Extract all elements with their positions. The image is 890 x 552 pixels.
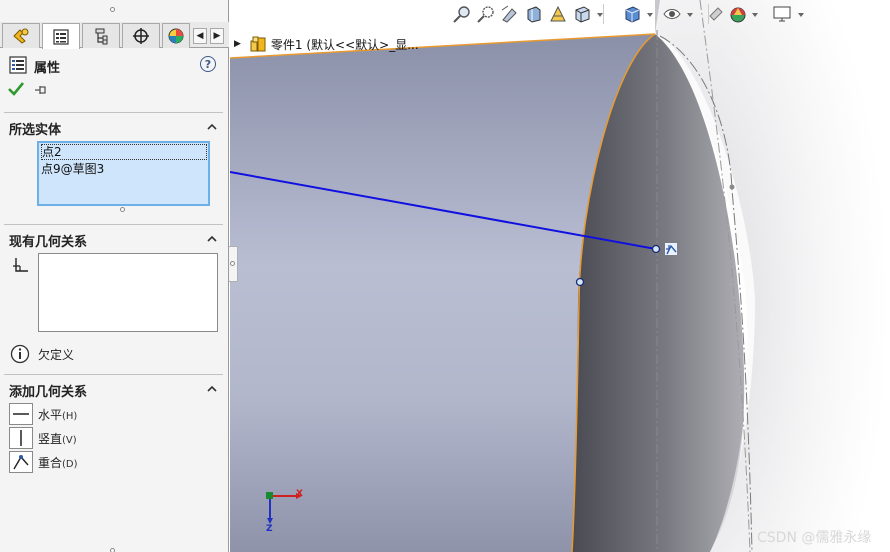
chevron-down-icon[interactable] <box>752 13 758 17</box>
relations-icon <box>13 258 28 272</box>
tab-scroll-left-button[interactable]: ◀ <box>193 28 207 44</box>
add-relation-horizontal[interactable]: 水平(H) <box>9 403 77 425</box>
chevron-down-icon[interactable] <box>798 13 804 17</box>
configuration-manager-tab[interactable] <box>82 23 120 48</box>
triad-z-label: Z <box>266 524 273 534</box>
hide-show-items-icon[interactable] <box>662 4 682 24</box>
graphics-viewport[interactable]: X Z ▶ 零件1 (默认<<默认>_显... CSDN @儒雅永缘 <box>230 0 890 552</box>
horizontal-relation-button[interactable] <box>9 403 33 425</box>
triad-x-label: X <box>296 489 303 499</box>
tab-scroll-right-button[interactable]: ▶ <box>210 28 224 44</box>
arc-midpoint <box>729 184 735 190</box>
feature-manager-icon <box>13 28 29 44</box>
info-icon <box>10 344 30 364</box>
pushpin-icon[interactable] <box>34 84 48 96</box>
dynamic-annotation-icon[interactable] <box>548 4 568 24</box>
dimxpert-manager-tab[interactable] <box>122 23 160 48</box>
relation-glyph-icon[interactable] <box>665 243 677 255</box>
add-relation-label: 水平 <box>38 407 63 422</box>
panel-splitter-handle[interactable] <box>229 246 238 282</box>
display-style-icon[interactable] <box>622 4 642 24</box>
3d-model-view[interactable] <box>230 0 890 552</box>
sketch-point-9[interactable] <box>651 244 661 254</box>
help-icon[interactable]: ? <box>200 56 216 72</box>
feature-manager-tab[interactable] <box>2 23 40 48</box>
existing-relations-list[interactable] <box>38 253 218 332</box>
feature-tree-part-label[interactable]: 零件1 (默认<<默认>_显... <box>271 36 419 53</box>
part-icon <box>250 36 266 52</box>
vertical-relation-icon <box>20 430 22 446</box>
divider <box>4 112 223 113</box>
shortcut-key: (V) <box>62 434 77 446</box>
list-item[interactable]: 点2 <box>41 144 207 160</box>
add-relation-coincident[interactable]: 重合(D) <box>9 451 78 473</box>
property-manager-header: 属性 ? <box>0 52 229 112</box>
chevron-down-icon[interactable] <box>597 13 603 17</box>
manager-tabbar: ◀ ▶ <box>0 22 229 49</box>
crosshair-icon <box>133 28 149 44</box>
status-text: 欠定义 <box>38 347 75 362</box>
sketch-point-2[interactable] <box>575 277 585 287</box>
add-relation-label: 竖直 <box>38 431 63 446</box>
apply-scene-icon[interactable] <box>728 4 748 24</box>
section-title-existing-relations[interactable]: 现有几何关系 <box>9 231 87 250</box>
list-resize-grip[interactable] <box>120 207 125 212</box>
watermark: CSDN @儒雅永缘 <box>757 530 872 546</box>
expand-arrow-icon[interactable]: ▶ <box>234 39 241 49</box>
collapse-chevron-icon[interactable] <box>207 384 217 394</box>
add-relation-label: 重合 <box>38 455 63 470</box>
coincident-relation-button[interactable] <box>9 451 33 473</box>
display-manager-tab[interactable] <box>162 23 190 48</box>
edit-appearance-icon[interactable] <box>706 4 726 24</box>
property-manager-icon <box>9 56 27 74</box>
collapse-chevron-icon[interactable] <box>207 234 217 244</box>
ok-check-icon[interactable] <box>8 82 24 96</box>
add-relation-vertical[interactable]: 竖直(V) <box>9 427 77 449</box>
previous-view-icon[interactable] <box>500 4 520 24</box>
panel-resize-grip[interactable] <box>110 7 115 12</box>
shortcut-key: (H) <box>62 410 78 422</box>
configuration-manager-icon <box>95 28 108 45</box>
property-manager-panel: ◀ ▶ 属性 ? 所选实体 点2 点9@草图3 现有几何关系 欠定义 添加几何关… <box>0 0 229 552</box>
page-title: 属性 <box>34 61 61 76</box>
shortcut-key: (D) <box>62 458 78 470</box>
vertical-relation-button[interactable] <box>9 427 33 449</box>
view-orientation-icon[interactable] <box>572 4 592 24</box>
coincident-relation-icon <box>13 455 29 470</box>
selected-entities-list[interactable]: 点2 点9@草图3 <box>37 141 210 206</box>
divider <box>4 374 223 375</box>
panel-bottom-grip[interactable] <box>110 548 115 552</box>
chevron-down-icon[interactable] <box>687 13 693 17</box>
list-item[interactable]: 点9@草图3 <box>41 161 104 177</box>
toolbar-separator <box>603 4 604 24</box>
divider <box>4 224 223 225</box>
section-title-selected-entities[interactable]: 所选实体 <box>9 119 61 138</box>
zoom-to-area-icon[interactable] <box>476 4 496 24</box>
zoom-to-fit-icon[interactable] <box>452 4 472 24</box>
horizontal-relation-icon <box>13 413 29 415</box>
section-title-add-relations[interactable]: 添加几何关系 <box>9 381 87 400</box>
display-manager-icon <box>168 28 184 44</box>
feature-tree-flyout[interactable]: ▶ 零件1 (默认<<默认>_显... <box>234 34 419 54</box>
definition-status: 欠定义 <box>10 344 74 364</box>
property-manager-icon <box>53 28 69 45</box>
collapse-chevron-icon[interactable] <box>207 122 217 132</box>
view-settings-icon[interactable] <box>772 4 792 24</box>
chevron-down-icon[interactable] <box>647 13 653 17</box>
property-manager-tab[interactable] <box>42 23 80 49</box>
section-view-icon[interactable] <box>524 4 544 24</box>
